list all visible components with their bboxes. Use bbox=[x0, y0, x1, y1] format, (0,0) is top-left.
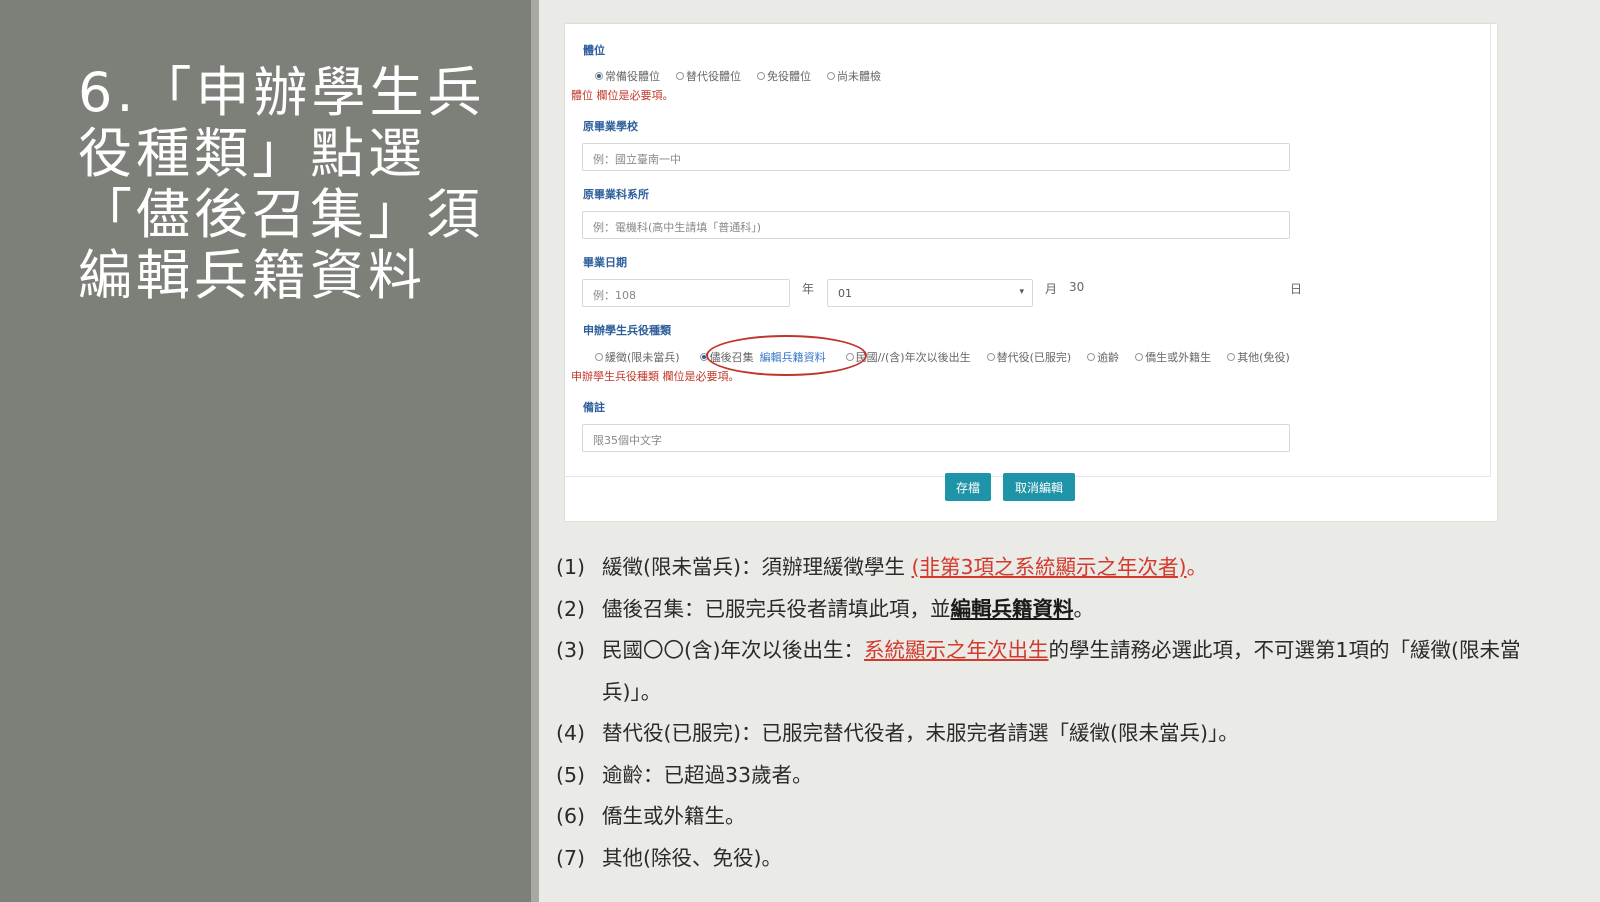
remark-input[interactable]: 限35個中文字 bbox=[582, 424, 1290, 452]
radio-icon bbox=[676, 72, 684, 80]
physical-error: 體位 欄位是必要項。 bbox=[571, 89, 674, 102]
chevron-down-icon: ▾ bbox=[1019, 287, 1024, 297]
service-type-error: 申辦學生兵役種類 欄位是必要項。 bbox=[571, 370, 740, 383]
cancel-edit-button[interactable]: 取消編輯 bbox=[1003, 473, 1075, 501]
service-option-deferral[interactable]: 緩徵(限未當兵) bbox=[595, 349, 680, 365]
physical-label: 體位 bbox=[583, 44, 605, 57]
radio-icon bbox=[827, 72, 835, 80]
service-type-radio-group: 緩徵(限未當兵) 儘後召集 編輯兵籍資料 民國//(含)年次以後出生 替代役(已服… bbox=[595, 349, 1306, 365]
school-input[interactable]: 例：國立臺南一中 bbox=[582, 143, 1290, 171]
year-unit: 年 bbox=[802, 282, 815, 296]
list-item: (2) 儘後召集：已服完兵役者請填此項，並編輯兵籍資料。 bbox=[556, 596, 1094, 621]
department-input[interactable]: 例：電機科(高中生請填「普通科」) bbox=[582, 211, 1290, 239]
service-option-overseas[interactable]: 僑生或外籍生 bbox=[1135, 349, 1211, 365]
physical-option-unchecked[interactable]: 尚未體檢 bbox=[827, 68, 881, 84]
left-panel: 6.「申辦學生兵役種類」點選「儘後召集」須編輯兵籍資料 bbox=[0, 0, 531, 902]
grad-year-input[interactable]: 例：108 bbox=[582, 279, 790, 307]
school-label: 原畢業學校 bbox=[583, 120, 638, 133]
day-unit: 日 bbox=[1290, 282, 1303, 296]
physical-radio-group: 常備役體位 替代役體位 免役體位 尚未體檢 bbox=[595, 68, 897, 84]
grad-day-value: 30 bbox=[1069, 280, 1085, 294]
form-screenshot: 體位 常備役體位 替代役體位 免役體位 尚未體檢 體位 欄位是必要項。 原畢業學… bbox=[565, 24, 1497, 521]
grad-month-select[interactable]: 01 ▾ bbox=[827, 279, 1033, 307]
remark-label: 備註 bbox=[583, 401, 605, 414]
list-item: (1) 緩徵(限未當兵)：須辦理緩徵學生 (非第3項之系統顯示之年次者)。 bbox=[556, 555, 1208, 579]
radio-icon bbox=[757, 72, 765, 80]
month-unit: 月 bbox=[1045, 282, 1058, 296]
list-item: (7) 其他(除役、免役)。 bbox=[556, 845, 782, 870]
list-item: (6) 僑生或外籍生。 bbox=[556, 804, 746, 828]
physical-option-exempt[interactable]: 免役體位 bbox=[757, 68, 811, 84]
notes-list: (1) 緩徵(限未當兵)：須辦理緩徵學生 (非第3項之系統顯示之年次者)。 (2… bbox=[556, 547, 1576, 879]
slide-title: 6.「申辦學生兵役種類」點選「儘後召集」須編輯兵籍資料 bbox=[78, 61, 486, 307]
physical-option-alternative[interactable]: 替代役體位 bbox=[676, 68, 741, 84]
grad-date-label: 畢業日期 bbox=[583, 256, 627, 269]
form-panel: 體位 常備役體位 替代役體位 免役體位 尚未體檢 體位 欄位是必要項。 原畢業學… bbox=[565, 24, 1491, 477]
panel-divider bbox=[531, 0, 539, 902]
service-option-other[interactable]: 其他(免役) bbox=[1227, 349, 1290, 365]
service-option-overage[interactable]: 逾齡 bbox=[1087, 349, 1119, 365]
emphasis-text: 編輯兵籍資料 bbox=[950, 596, 1074, 621]
highlight-text: 系統顯示之年次出生 bbox=[864, 638, 1049, 662]
save-button[interactable]: 存檔 bbox=[945, 473, 991, 501]
radio-selected-icon bbox=[595, 72, 603, 80]
service-type-label: 申辦學生兵役種類 bbox=[583, 324, 671, 337]
radio-icon bbox=[986, 353, 995, 361]
list-item: (5) 逾齡：已超過33歲者。 bbox=[556, 762, 813, 787]
radio-icon bbox=[1227, 353, 1236, 361]
radio-icon bbox=[595, 353, 603, 361]
department-label: 原畢業科系所 bbox=[583, 188, 649, 201]
physical-option-regular[interactable]: 常備役體位 bbox=[595, 68, 660, 84]
service-option-alternative-done[interactable]: 替代役(已服完) bbox=[986, 349, 1071, 365]
list-item: (3) 民國〇〇(含)年次以後出生：系統顯示之年次出生的學生請務必選此項，不可選… bbox=[556, 638, 1521, 704]
radio-icon bbox=[1087, 353, 1096, 361]
list-item: (4) 替代役(已服完)：已服完替代役者，未服完者請選「緩徵(限未當兵)」。 bbox=[556, 721, 1239, 745]
highlight-text: (非第3項之系統顯示之年次者) bbox=[911, 555, 1187, 579]
radio-icon bbox=[1135, 353, 1144, 361]
